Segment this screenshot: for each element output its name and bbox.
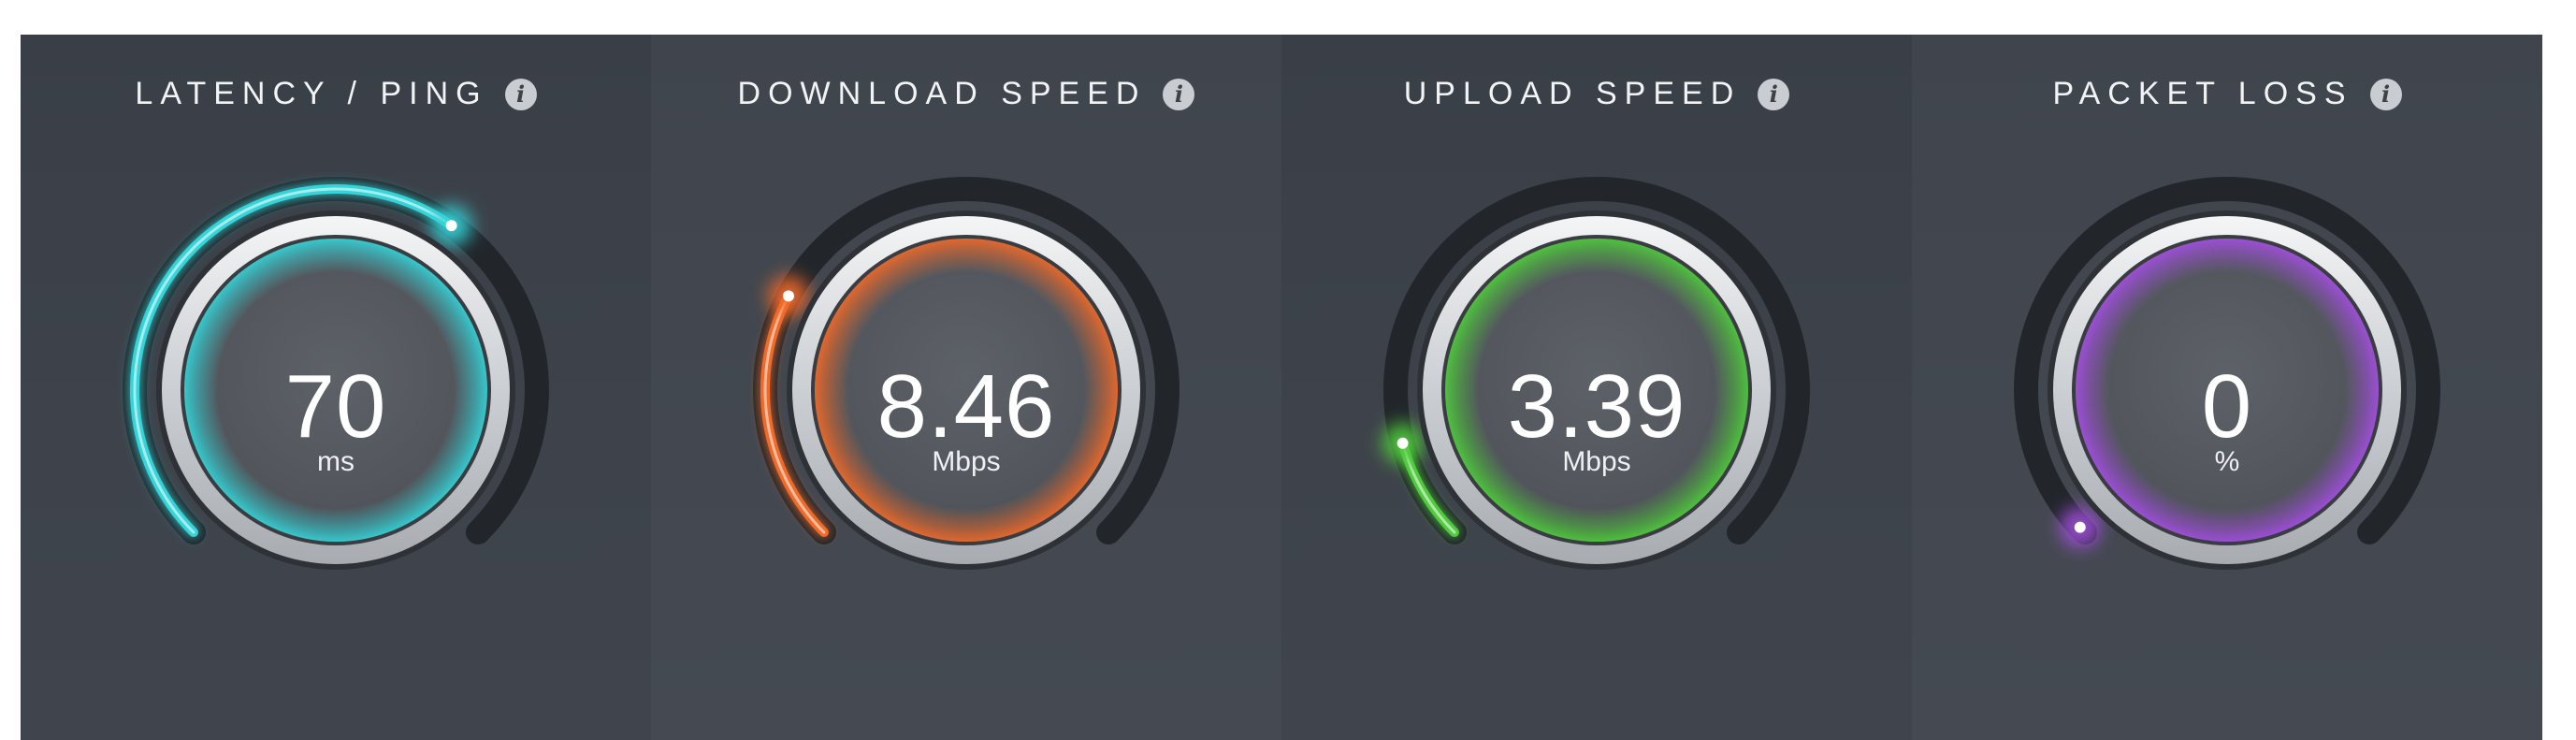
speed-test-gauges-panel: LATENCY / PING i 70 ms DOWNLOAD SPEED i … (21, 35, 2542, 740)
download-gauge-card: DOWNLOAD SPEED i 8.46 Mbps (651, 35, 1281, 740)
gauge-indicator-dot (445, 220, 457, 232)
gauge-value: 8.46 (876, 356, 1056, 457)
gauge-indicator-dot (782, 290, 794, 302)
gauge-value: 3.39 (1507, 356, 1686, 457)
gauge-unit: Mbps (932, 446, 1001, 477)
gauge-value: 70 (284, 356, 387, 457)
gauge-readout: 0 % (1912, 362, 2542, 478)
gauge-unit: ms (317, 446, 355, 477)
packet-loss-gauge-card: PACKET LOSS i 0 % (1912, 35, 2542, 740)
gauge-indicator-dot (2074, 521, 2086, 533)
gauge-unit: % (2214, 446, 2240, 477)
gauge-unit: Mbps (1562, 446, 1631, 477)
gauge-readout: 8.46 Mbps (651, 362, 1281, 478)
upload-gauge-card: UPLOAD SPEED i 3.39 Mbps (1281, 35, 1912, 740)
latency-gauge-card: LATENCY / PING i 70 ms (21, 35, 651, 740)
gauge-readout: 70 ms (21, 362, 651, 478)
gauge-value: 0 (2201, 356, 2253, 457)
gauge-readout: 3.39 Mbps (1281, 362, 1912, 478)
